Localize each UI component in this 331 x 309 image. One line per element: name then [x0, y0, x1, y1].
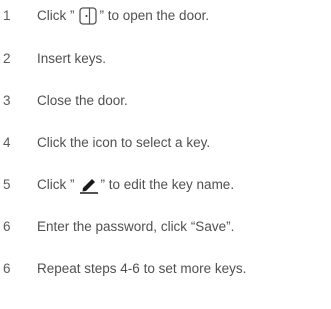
step-number: 5: [3, 177, 11, 192]
step-6: 6 Enter the password, click “Save”.: [0, 217, 331, 237]
step-4: 4 Click the icon to select a key.: [0, 133, 331, 153]
step-text: Click the icon to select a key.: [37, 135, 211, 150]
step-1: 1 Click ” ” to open the door.: [0, 6, 331, 26]
step-text-pre: Click ”: [37, 177, 75, 192]
step-3: 3 Close the door.: [0, 91, 331, 111]
step-text: Enter the password, click “Save”.: [37, 219, 235, 234]
step-text-post: ” to edit the key name.: [100, 177, 235, 192]
step-5: 5 Click ” ” to edit the key name.: [0, 175, 331, 195]
instruction-steps: 1 Click ” ” to open the door. 2 Insert k…: [0, 0, 331, 309]
step-text: Repeat steps 4-6 to set more keys.: [37, 261, 247, 276]
step-text-post: ” to open the door.: [99, 8, 210, 23]
step-number: 3: [3, 93, 11, 108]
pen-icon: [77, 175, 101, 195]
step-text: Close the door.: [37, 93, 128, 108]
door-icon: [77, 6, 99, 26]
step-number: 6: [3, 219, 11, 234]
step-number: 2: [3, 51, 11, 66]
step-text-pre: Click ”: [37, 8, 75, 23]
step-number: 1: [3, 8, 11, 23]
step-text: Insert keys.: [37, 51, 107, 66]
step-2: 2 Insert keys.: [0, 49, 331, 69]
step-number: 6: [3, 261, 11, 276]
step-7: 6 Repeat steps 4-6 to set more keys.: [0, 259, 331, 279]
step-number: 4: [3, 135, 11, 150]
